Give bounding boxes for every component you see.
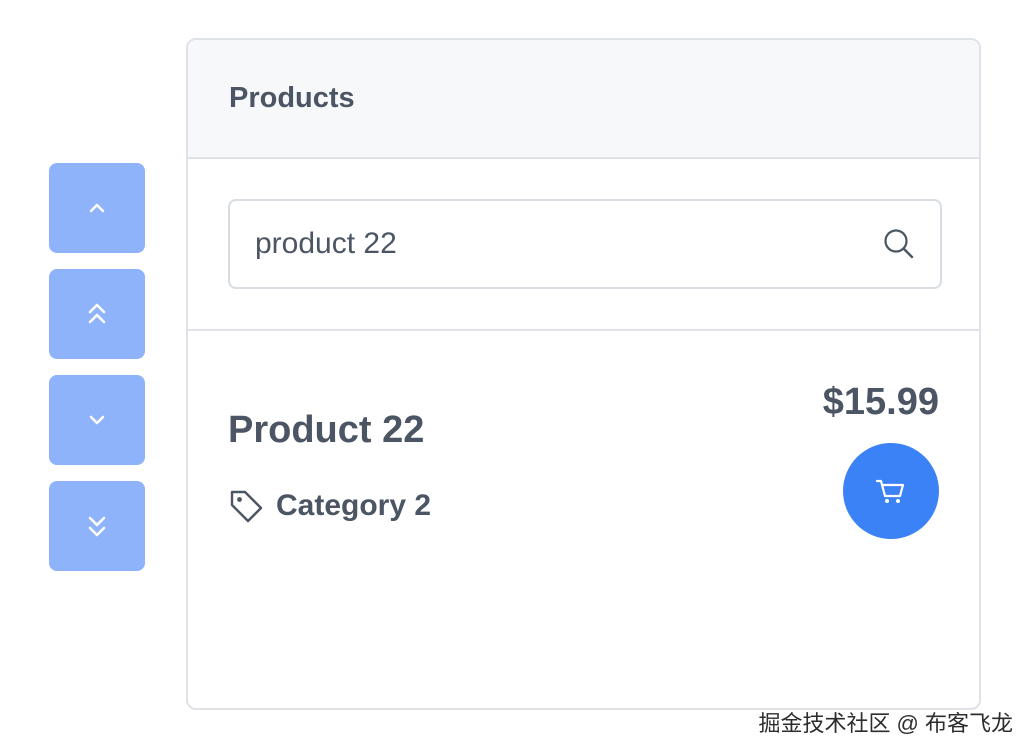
chevron-up-icon (89, 203, 105, 213)
watermark: 掘金技术社区 @ 布客飞龙 (758, 711, 1013, 736)
search-area (188, 159, 979, 331)
product-price: $15.99 (822, 381, 939, 423)
tag-icon (228, 488, 264, 524)
double-chevron-up-icon (88, 303, 106, 324)
product-category: Category 2 (228, 488, 431, 524)
search-box (228, 199, 942, 289)
products-panel: Products Product 22 (186, 38, 981, 710)
panel-title: Products (229, 82, 355, 114)
search-input[interactable] (255, 227, 882, 261)
search-icon[interactable] (882, 227, 916, 261)
product-name: Product 22 (228, 409, 425, 451)
page: Products Product 22 (0, 0, 1035, 756)
cart-icon (875, 479, 905, 503)
scroll-to-bottom-button[interactable] (49, 481, 145, 571)
panel-header: Products (188, 40, 979, 159)
chevron-down-icon (89, 415, 105, 425)
scroll-controls (49, 163, 145, 587)
scroll-down-button[interactable] (49, 375, 145, 465)
scroll-up-button[interactable] (49, 163, 145, 253)
double-chevron-down-icon (88, 516, 106, 537)
product-item: Product 22 Category 2 $15.99 (188, 331, 979, 708)
add-to-cart-button[interactable] (843, 443, 939, 539)
scroll-to-top-button[interactable] (49, 269, 145, 359)
category-label: Category 2 (276, 489, 432, 522)
